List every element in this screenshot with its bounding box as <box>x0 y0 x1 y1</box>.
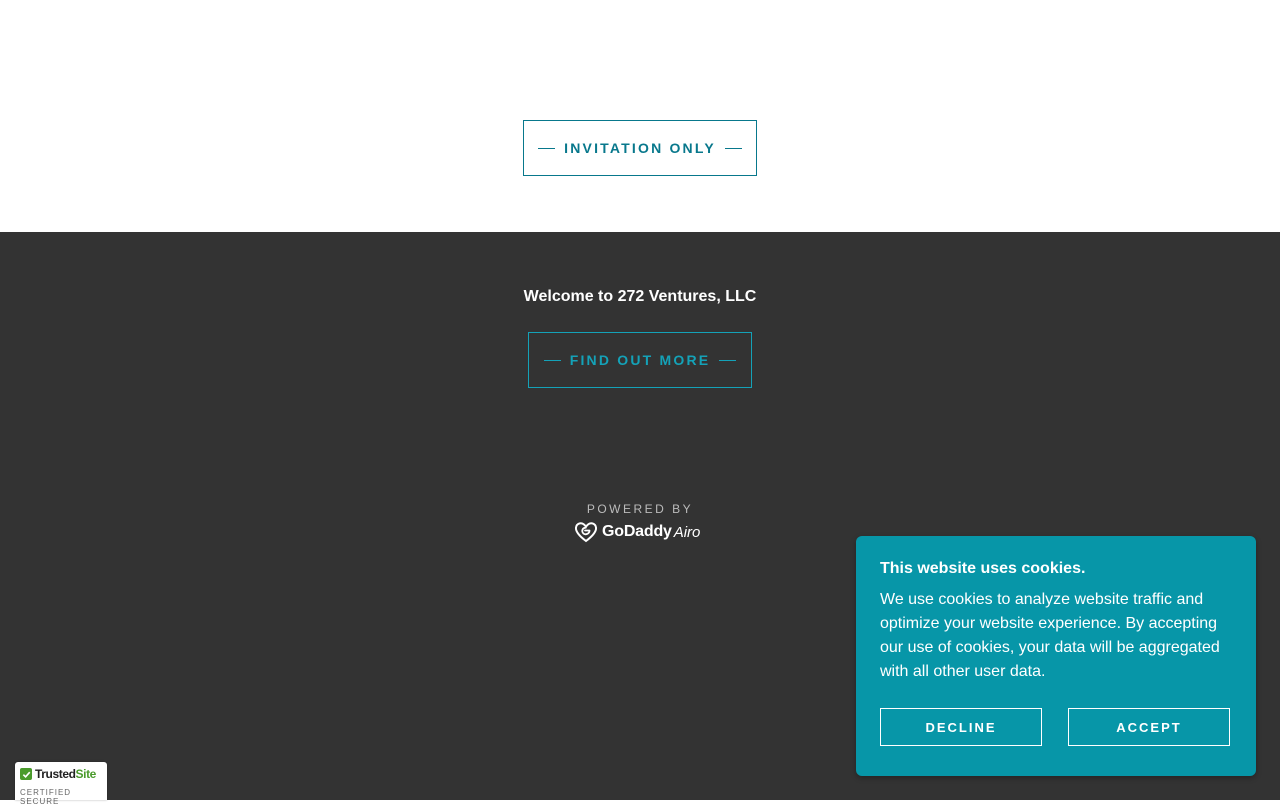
accept-button[interactable]: ACCEPT <box>1068 708 1230 746</box>
dash-left <box>543 359 561 361</box>
trustedsite-name: Trusted Site <box>20 767 96 781</box>
dash-right <box>719 359 737 361</box>
trustedsite-tagline: CERTIFIED SECURE <box>20 788 72 806</box>
decline-button[interactable]: DECLINE <box>880 708 1042 746</box>
godaddy-logo-link[interactable]: GoDaddy Airo <box>574 520 700 544</box>
trustedsite-badge[interactable]: Trusted Site CERTIFIED SECURE <box>15 762 107 806</box>
dash-right <box>724 147 742 149</box>
top-section: INVITATION ONLY <box>0 0 1280 232</box>
find-out-more-button[interactable]: FIND OUT MORE <box>528 332 752 388</box>
invitation-only-button[interactable]: INVITATION ONLY <box>523 120 757 176</box>
airo-wordmark: Airo <box>673 523 701 541</box>
cookie-title: This website uses cookies. <box>880 560 1086 577</box>
godaddy-wordmark: GoDaddy <box>602 523 672 540</box>
trustedsite-name-b: Site <box>75 767 97 781</box>
find-out-more-label: FIND OUT MORE <box>569 352 711 368</box>
invitation-only-label: INVITATION ONLY <box>564 140 716 156</box>
cookie-banner: This website uses cookies. We use cookie… <box>856 536 1256 776</box>
godaddy-heart-icon <box>574 522 598 543</box>
trustedsite-name-a: Trusted <box>35 767 76 781</box>
powered-by-label: POWERED BY <box>586 502 694 516</box>
check-icon <box>20 768 32 780</box>
dash-left <box>538 147 556 149</box>
cookie-message: We use cookies to analyze website traffi… <box>880 591 1220 680</box>
welcome-heading: Welcome to 272 Ventures, LLC <box>523 288 757 305</box>
